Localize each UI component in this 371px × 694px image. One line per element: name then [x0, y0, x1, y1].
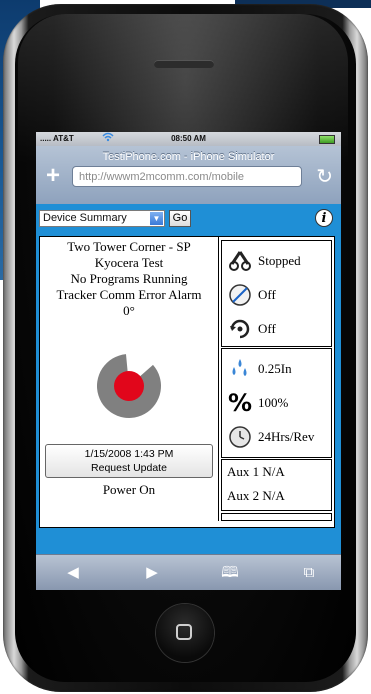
- view-select[interactable]: Device Summary ▼: [39, 210, 165, 227]
- status-row: Off: [228, 317, 276, 341]
- browser-title: TestiPhone.com - iPhone Simulator: [102, 151, 275, 163]
- forward-button[interactable]: ▶: [137, 561, 167, 585]
- movement-status: Stopped: [258, 253, 301, 268]
- view-select-value: Device Summary: [43, 212, 127, 224]
- simulator-screen: ..... AT&T 08:50 AM TestiPhone.com - iPh…: [36, 132, 341, 590]
- view-toolbar: Device Summary ▼ Go i: [39, 209, 339, 230]
- pages-button[interactable]: ⧉: [294, 561, 324, 585]
- last-update-time: 1/15/2008 1:43 PM: [84, 448, 174, 460]
- aux-box: Aux 1 N/A Aux 2 N/A: [221, 459, 332, 511]
- info-icon[interactable]: i: [315, 209, 333, 227]
- humidity-value: 100%: [258, 395, 289, 410]
- movement-icon: [228, 249, 252, 273]
- home-square-icon: [176, 624, 192, 640]
- reload-icon[interactable]: ↻: [316, 164, 333, 189]
- speaker-slot: [154, 60, 214, 68]
- status-bar: ..... AT&T 08:50 AM: [36, 132, 341, 146]
- battery-icon: [319, 135, 335, 144]
- browser-toolbar: ◀ ▶ 🕮 ⧉: [36, 554, 341, 590]
- power-status: Power On: [102, 482, 156, 497]
- status-row: Stopped: [228, 249, 301, 273]
- aux-row: Aux 2 N/A: [227, 484, 285, 508]
- rainfall-value: 0.25In: [258, 361, 292, 376]
- aux-row: Aux 1 N/A: [227, 460, 285, 484]
- sensor-row: % 100%: [227, 389, 289, 417]
- go-button[interactable]: Go: [169, 210, 191, 227]
- clock-time: 08:50 AM: [171, 134, 206, 143]
- program-status: No Programs Running: [70, 271, 188, 286]
- device-location: Kyocera Test: [94, 255, 164, 270]
- tracker-position-gauge: [96, 354, 161, 418]
- empty-box: [221, 513, 332, 521]
- tracker-angle: 0°: [123, 303, 135, 318]
- back-button[interactable]: ◀: [58, 561, 88, 585]
- device-name: Two Tower Corner - SP: [67, 239, 191, 254]
- sensor-box: 0.25In % 100% 24Hrs/Rev: [221, 348, 332, 458]
- rotation-status: Off: [258, 321, 276, 336]
- rotation-rate: 24Hrs/Rev: [258, 429, 315, 444]
- bookmarks-button[interactable]: 🕮: [215, 561, 245, 585]
- browser-bar: TestiPhone.com - iPhone Simulator + http…: [36, 146, 341, 204]
- device-summary-panel: Two Tower Corner - SP Kyocera Test No Pr…: [39, 236, 335, 528]
- status-row: Off: [228, 283, 276, 307]
- device-info: Two Tower Corner - SP Kyocera Test No Pr…: [40, 237, 219, 521]
- motion-status-box: Stopped Off Off: [221, 240, 332, 347]
- percent-icon: %: [227, 389, 253, 417]
- aux-1: Aux 1 N/A: [227, 464, 285, 479]
- sensor-row: 0.25In: [228, 357, 292, 381]
- url-field[interactable]: http://wwwm2mcomm.com/mobile: [72, 166, 302, 187]
- chevron-down-icon[interactable]: ▼: [150, 212, 163, 225]
- sensor-row: 24Hrs/Rev: [228, 425, 314, 449]
- alarm-status: Tracker Comm Error Alarm: [56, 287, 202, 302]
- no-entry-icon: [228, 283, 252, 307]
- request-update-button[interactable]: 1/15/2008 1:43 PM Request Update: [45, 444, 213, 478]
- water-drops-icon: [228, 357, 252, 381]
- rotate-icon: [228, 317, 252, 341]
- add-bookmark-button[interactable]: +: [42, 164, 64, 188]
- gauge-center: [114, 371, 144, 401]
- clock-icon: [228, 425, 252, 449]
- aux-2: Aux 2 N/A: [227, 488, 285, 503]
- request-update-label: Request Update: [91, 462, 167, 474]
- home-button[interactable]: [156, 604, 214, 662]
- stow-status: Off: [258, 287, 276, 302]
- web-content: Device Summary ▼ Go i Two Tower Corner -…: [36, 204, 341, 554]
